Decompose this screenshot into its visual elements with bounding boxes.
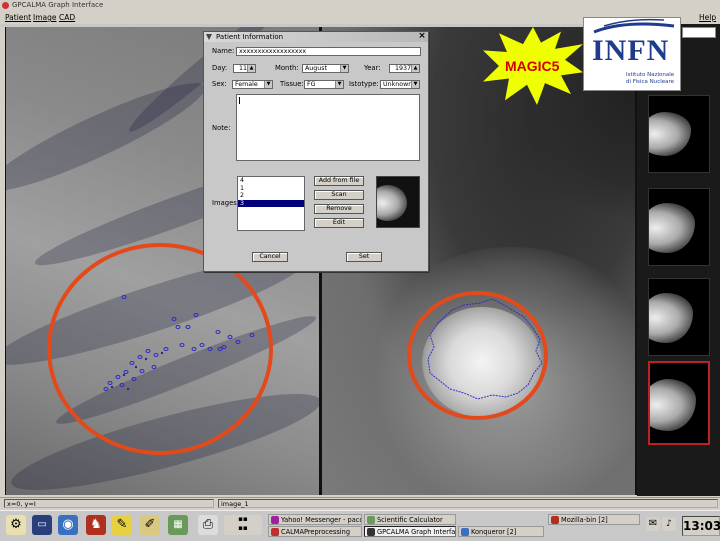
task-yahoo-messenger[interactable]: Yahoo! Messenger - paco xyxy=(268,514,362,525)
menu-cad[interactable]: CAD xyxy=(59,11,75,24)
name-field[interactable]: xxxxxxxxxxxxxxxxxx xyxy=(236,47,421,56)
chevron-down-icon: ▼ xyxy=(264,81,272,88)
chevron-down-icon: ▼ xyxy=(411,81,419,88)
thumbnail-4-selected[interactable] xyxy=(648,361,710,445)
kde-menu-icon[interactable]: ⚙ xyxy=(6,515,26,535)
desktop-pager[interactable]: ▪▪ ▪▪ xyxy=(224,515,262,535)
istotype-label: Istotype: xyxy=(349,80,379,88)
name-label: Name: xyxy=(212,47,235,55)
dialog-title-bar[interactable]: Patient Information × xyxy=(204,32,428,42)
list-item[interactable]: 4 xyxy=(238,177,304,185)
coordinate-readout: x=0, y=I xyxy=(4,499,214,508)
edit-button[interactable]: Edit xyxy=(314,218,364,228)
note-textarea[interactable] xyxy=(236,94,420,161)
infn-subtitle: Istituto Nazionale di Fisica Nucleare xyxy=(626,72,675,85)
task-calma-preprocessing[interactable]: CALMAPreprocessing xyxy=(268,526,362,537)
calcification-cluster-circle xyxy=(47,243,273,455)
year-label: Year: xyxy=(364,64,381,72)
sex-label: Sex: xyxy=(212,80,227,88)
mail-icon[interactable]: ✉ xyxy=(646,517,660,531)
list-item[interactable]: 1 xyxy=(238,185,304,193)
app-icon xyxy=(2,2,9,9)
mass-lesion-circle xyxy=(407,291,548,420)
remove-button[interactable]: Remove xyxy=(314,204,364,214)
magic5-label: MAGIC5 xyxy=(505,58,560,74)
chevron-down-icon: ▼ xyxy=(335,81,343,88)
day-stepper[interactable]: 11 ▲ xyxy=(233,64,256,73)
patient-information-dialog: Patient Information × Name: xxxxxxxxxxxx… xyxy=(203,31,429,272)
task-mozilla[interactable]: Mozilla-bin [2] xyxy=(548,514,640,525)
infn-logo: INFN Istituto Nazionale di Fisica Nuclea… xyxy=(583,17,681,91)
view-selector[interactable] xyxy=(682,27,716,38)
text-cursor xyxy=(239,97,240,104)
scan-button[interactable]: Scan xyxy=(314,190,364,200)
image-preview xyxy=(376,176,420,228)
task-konqueror[interactable]: Konqueror [2] xyxy=(458,526,544,537)
office-icon[interactable]: ✐ xyxy=(140,515,160,535)
calculator-icon[interactable]: ▦ xyxy=(168,515,188,535)
dialog-menu-icon[interactable] xyxy=(206,34,212,40)
task-gpcalma-graph-interface[interactable]: GPCALMA Graph Interfa xyxy=(364,526,456,537)
add-from-file-button[interactable]: Add from file xyxy=(314,176,364,186)
terminal-icon[interactable]: ▭ xyxy=(32,515,52,535)
spin-icon: ▲ xyxy=(411,65,419,72)
window-title: GPCALMA Graph Interface xyxy=(12,1,104,9)
thumbnail-1[interactable] xyxy=(648,95,710,173)
menu-help[interactable]: Help xyxy=(699,11,716,24)
sex-select[interactable]: Female ▼ xyxy=(232,80,273,89)
chevron-down-icon: ▼ xyxy=(340,65,348,72)
set-button[interactable]: Set xyxy=(346,252,382,262)
spin-icon: ▲ xyxy=(247,65,255,72)
menu-patient[interactable]: Patient xyxy=(5,11,31,24)
images-label: Images: xyxy=(212,199,240,207)
close-icon[interactable]: × xyxy=(418,32,426,41)
printer-icon[interactable]: ⎙ xyxy=(198,515,218,535)
clock: 13:03 xyxy=(682,516,720,536)
task-scientific-calculator[interactable]: Scientific Calculator xyxy=(364,514,456,525)
day-label: Day: xyxy=(212,64,228,72)
thumbnail-2[interactable] xyxy=(648,188,710,266)
dialog-title: Patient Information xyxy=(216,33,284,41)
note-label: Note: xyxy=(212,124,231,132)
cancel-button[interactable]: Cancel xyxy=(252,252,288,262)
image-name-status: image_1 xyxy=(218,499,718,508)
mozilla-icon[interactable]: ♞ xyxy=(86,515,106,535)
month-select[interactable]: August ▼ xyxy=(302,64,349,73)
konqueror-icon[interactable]: ◉ xyxy=(58,515,78,535)
images-list[interactable]: 4 1 2 3 xyxy=(237,176,305,231)
list-item-selected[interactable]: 3 xyxy=(238,199,304,207)
list-item[interactable]: 2 xyxy=(238,192,304,200)
tissue-label: Tissue: xyxy=(280,80,304,88)
menu-image[interactable]: Image xyxy=(33,11,57,24)
tissue-select[interactable]: FG ▼ xyxy=(304,80,344,89)
infn-wordmark: INFN xyxy=(592,34,670,67)
istotype-select[interactable]: Unknown ▼ xyxy=(380,80,420,89)
window-title-bar: GPCALMA Graph Interface xyxy=(0,0,720,11)
status-bar: x=0, y=I image_1 xyxy=(0,497,720,510)
month-label: Month: xyxy=(275,64,299,72)
volume-icon[interactable]: ♪ xyxy=(662,517,676,531)
year-stepper[interactable]: 1937 ▲ xyxy=(389,64,420,73)
editor-icon[interactable]: ✎ xyxy=(112,515,132,535)
thumbnail-3[interactable] xyxy=(648,278,710,356)
